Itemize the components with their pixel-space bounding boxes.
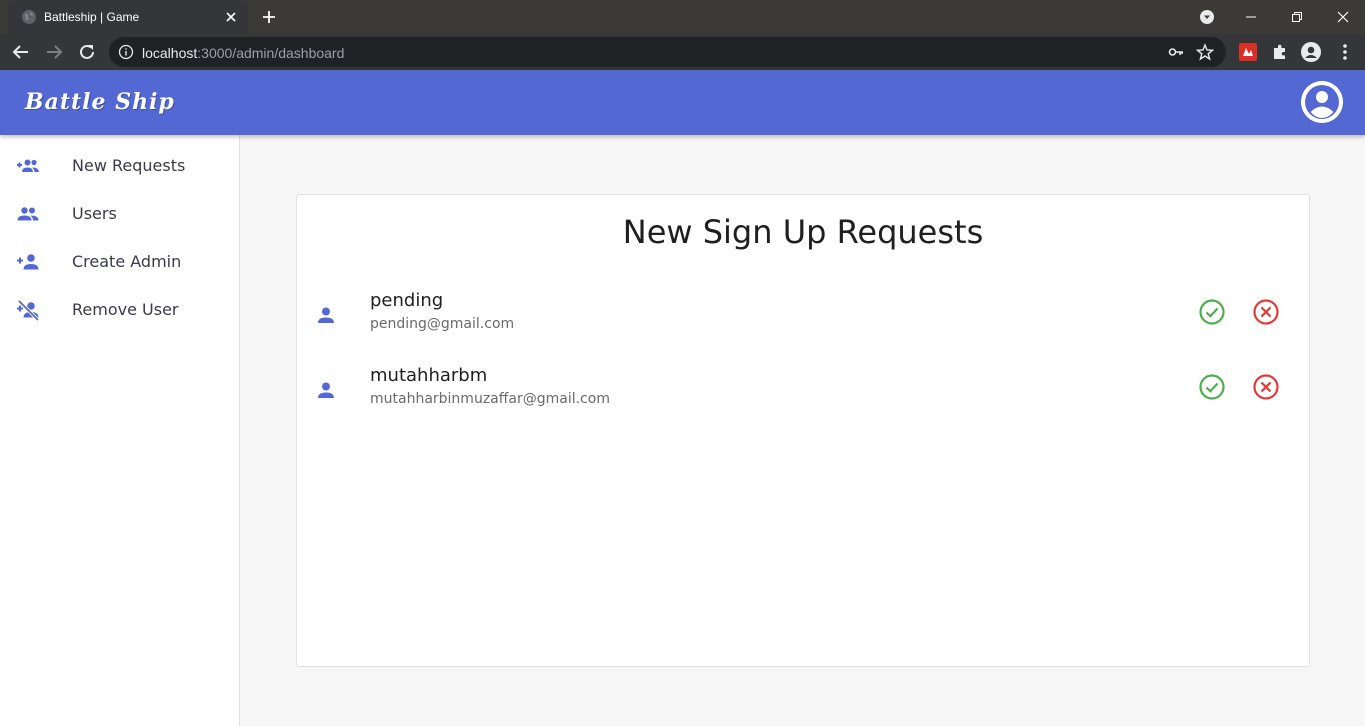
sidebar-item-new-requests[interactable]: New Requests	[0, 142, 239, 190]
restore-button[interactable]	[1274, 0, 1320, 34]
sidebar-item-label: New Requests	[72, 156, 186, 175]
request-name: mutahharbm	[370, 365, 488, 386]
close-tab-icon[interactable]	[222, 8, 240, 26]
bookmark-star-icon[interactable]	[1196, 43, 1214, 61]
sidebar-item-remove-user[interactable]: Remove User	[0, 286, 239, 334]
url-host: localhost	[142, 45, 198, 61]
accept-check-icon[interactable]	[1198, 298, 1226, 326]
info-icon[interactable]	[118, 44, 134, 60]
puzzle-extensions-icon[interactable]	[1270, 42, 1290, 62]
url-text: localhost:3000/admin/dashboard	[142, 45, 344, 61]
profile-menu-button[interactable]	[1184, 0, 1230, 34]
extension-icon[interactable]	[1238, 42, 1258, 62]
request-email: pending@gmail.com	[370, 316, 515, 332]
request-email: mutahharbinmuzaffar@gmail.com	[370, 391, 610, 407]
person-off-icon	[17, 299, 40, 322]
people-icon	[17, 207, 39, 221]
globe-icon	[22, 10, 36, 24]
minimize-icon	[1246, 16, 1256, 18]
sidebar-item-create-admin[interactable]: Create Admin	[0, 238, 239, 286]
address-bar[interactable]: localhost:3000/admin/dashboard	[109, 37, 1226, 67]
account-avatar-button[interactable]	[1301, 81, 1343, 123]
reject-cancel-icon[interactable]	[1252, 298, 1280, 326]
person-add-icon	[17, 254, 39, 270]
more-vert-icon[interactable]	[1335, 42, 1355, 62]
minimize-button[interactable]	[1228, 0, 1274, 34]
app-header: Battle Ship	[0, 70, 1365, 135]
person-icon	[318, 307, 334, 323]
forward-arrow-icon[interactable]	[43, 41, 65, 63]
person-icon	[318, 382, 334, 398]
key-icon[interactable]	[1168, 44, 1184, 60]
reload-icon[interactable]	[76, 41, 98, 63]
browser-toolbar: localhost:3000/admin/dashboard	[0, 34, 1365, 70]
requests-card: New Sign Up Requests pending pending@gma…	[296, 194, 1310, 667]
tab-title: Battleship | Game	[44, 10, 140, 24]
chevron-down-icon	[1200, 10, 1214, 24]
back-arrow-icon[interactable]	[10, 41, 32, 63]
sidebar-item-label: Create Admin	[72, 252, 182, 271]
url-path: :3000/admin/dashboard	[197, 45, 345, 61]
browser-tab-strip: Battleship | Game	[0, 0, 1365, 34]
app-logo[interactable]: Battle Ship	[25, 89, 175, 115]
list-item: mutahharbm mutahharbinmuzaffar@gmail.com	[297, 361, 1309, 421]
sidebar-item-users[interactable]: Users	[0, 190, 239, 238]
browser-tab[interactable]: Battleship | Game	[8, 0, 248, 34]
close-icon	[1337, 11, 1349, 23]
reject-cancel-icon[interactable]	[1252, 373, 1280, 401]
account-circle-icon	[1301, 81, 1343, 123]
profile-avatar-icon[interactable]	[1301, 42, 1321, 62]
accept-check-icon[interactable]	[1198, 373, 1226, 401]
close-window-button[interactable]	[1320, 0, 1365, 34]
sidebar-item-label: Users	[72, 204, 117, 223]
list-item: pending pending@gmail.com	[297, 286, 1309, 346]
sidebar: New Requests Users Create Admin Remove U…	[0, 135, 240, 726]
sidebar-item-label: Remove User	[72, 300, 179, 319]
restore-icon	[1292, 12, 1302, 22]
new-tab-icon[interactable]	[259, 7, 279, 27]
page-title: New Sign Up Requests	[622, 213, 984, 251]
request-name: pending	[370, 290, 444, 311]
group-add-icon	[17, 159, 39, 172]
